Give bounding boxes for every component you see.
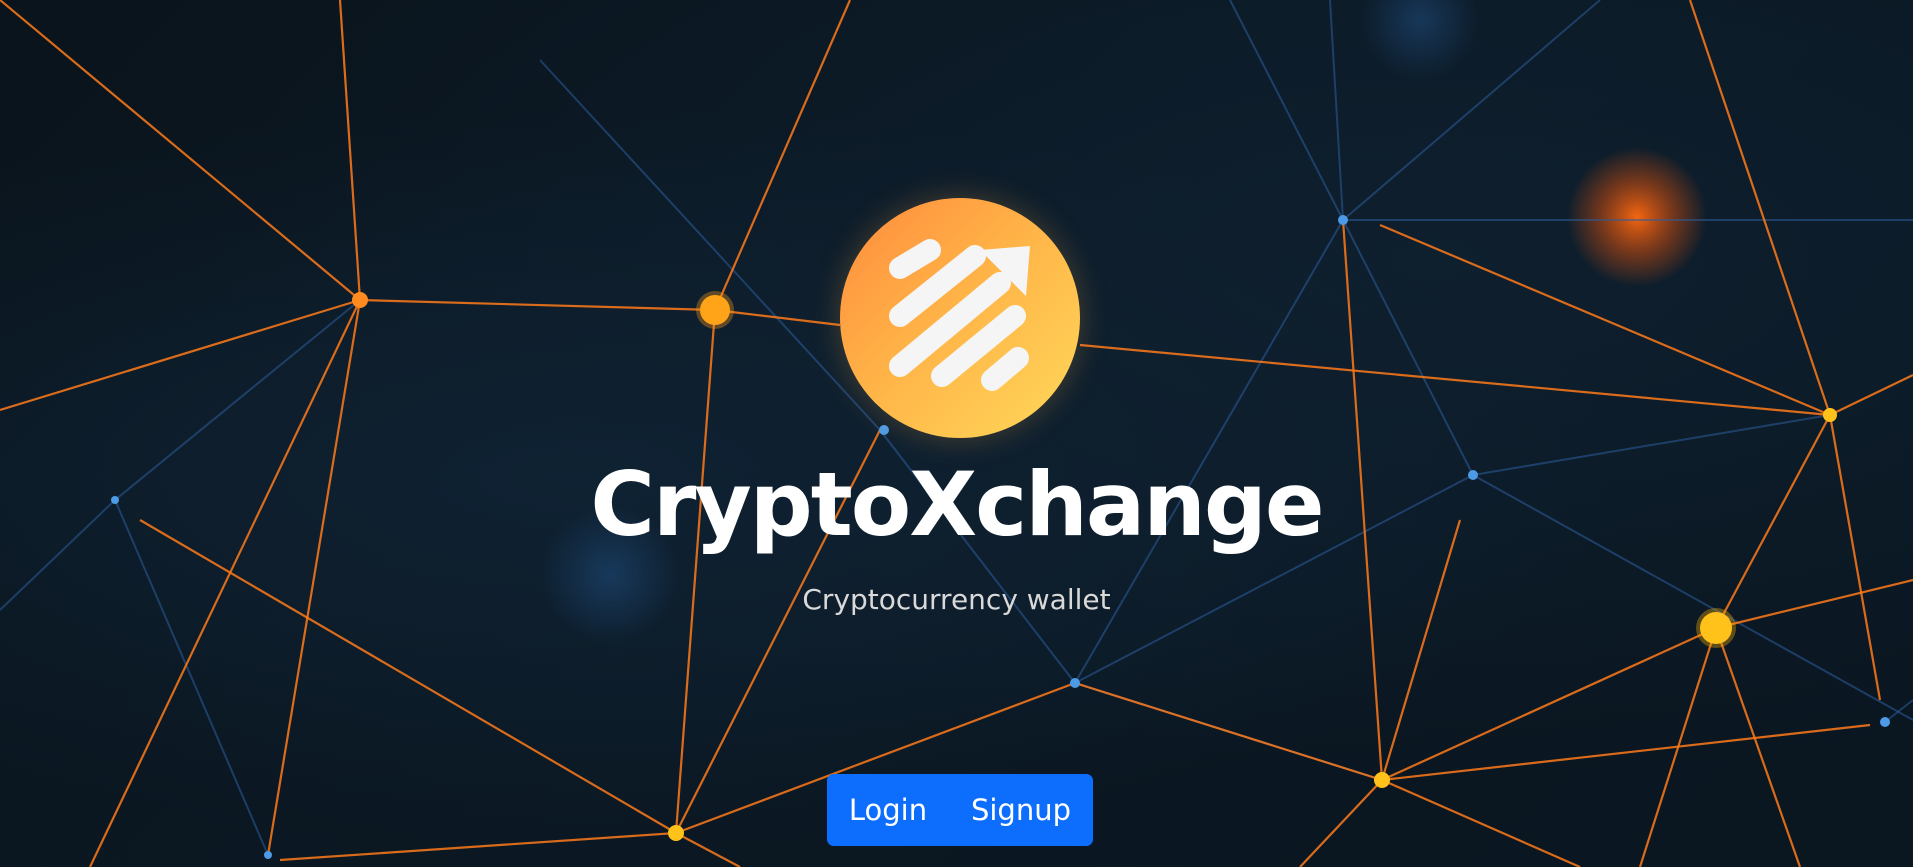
brand-title: CryptoXchange [590, 453, 1324, 556]
signup-button[interactable]: Signup [949, 774, 1093, 846]
brand-tagline: Cryptocurrency wallet [802, 583, 1111, 616]
landing-hero: CryptoXchange Cryptocurrency wallet Logi… [0, 0, 1913, 867]
login-button[interactable]: Login [827, 774, 949, 846]
auth-button-group: Login Signup [827, 774, 1093, 846]
trending-up-arrow-icon [889, 239, 1030, 391]
brand-logo [840, 198, 1080, 438]
